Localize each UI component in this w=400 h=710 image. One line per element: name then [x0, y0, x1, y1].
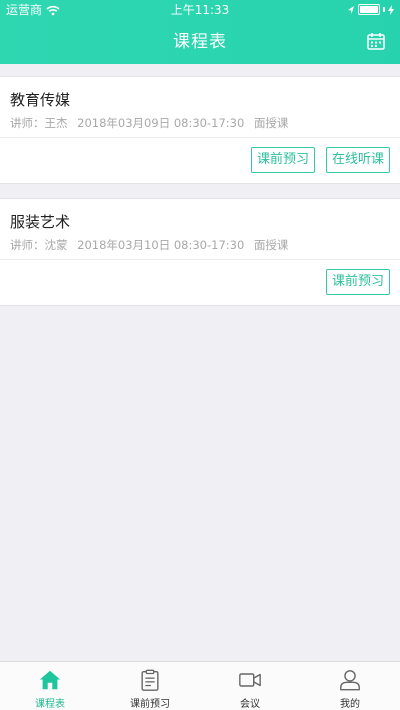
tab-label: 我的 [340, 699, 360, 710]
tab-mine[interactable]: 我的 [300, 662, 400, 710]
tab-meeting[interactable]: 会议 [200, 662, 300, 710]
tab-label: 课程表 [35, 699, 65, 710]
top-bar: 运营商 上午11:33 课程表 [0, 0, 400, 64]
tab-schedule[interactable]: 课程表 [0, 662, 100, 710]
preview-button[interactable]: 课前预习 [250, 147, 315, 173]
tab-preview[interactable]: 课前预习 [100, 662, 200, 710]
course-card[interactable]: 教育传媒 讲师：王杰 2018年03月09日 08:30-17:30 面授课 课… [0, 76, 400, 184]
card-divider [0, 259, 400, 260]
user-icon [340, 670, 360, 691]
calendar-icon [367, 33, 385, 50]
course-card[interactable]: 服装艺术 讲师：沈蒙 2018年03月10日 08:30-17:30 面授课 课… [0, 198, 400, 306]
calendar-button[interactable] [366, 31, 386, 51]
battery-tip [383, 7, 385, 12]
location-arrow-icon [348, 5, 354, 14]
battery-icon [347, 4, 394, 15]
course-mode: 面授课 [253, 238, 289, 252]
course-datetime: 2018年03月09日 08:30-17:30 [77, 116, 245, 130]
page-title: 课程表 [173, 32, 227, 52]
course-title: 服装艺术 [10, 213, 71, 231]
battery-body [358, 4, 380, 15]
battery-fill [360, 6, 378, 13]
status-bar: 运营商 上午11:33 [0, 0, 400, 20]
preview-button[interactable]: 课前预习 [325, 269, 390, 295]
course-meta: 讲师：沈蒙 2018年03月10日 08:30-17:30 面授课 [10, 237, 294, 253]
tab-label: 课前预习 [130, 699, 170, 710]
course-teacher: 讲师：王杰 [10, 116, 68, 130]
home-icon [39, 670, 61, 690]
course-meta: 讲师：王杰 2018年03月09日 08:30-17:30 面授课 [10, 115, 294, 131]
course-datetime: 2018年03月10日 08:30-17:30 [77, 238, 245, 252]
course-teacher: 讲师：沈蒙 [10, 238, 68, 252]
online-lecture-button[interactable]: 在线听课 [325, 147, 390, 173]
tab-label: 会议 [240, 699, 260, 710]
tab-bar: 课程表 课前预习 会议 我的 [0, 661, 400, 710]
course-mode: 面授课 [253, 116, 289, 130]
video-camera-icon [239, 673, 261, 687]
course-title: 教育传媒 [10, 91, 71, 109]
charging-bolt-icon [388, 4, 394, 15]
card-divider [0, 137, 400, 138]
status-time: 上午11:33 [170, 3, 230, 17]
clipboard-icon [141, 669, 159, 691]
